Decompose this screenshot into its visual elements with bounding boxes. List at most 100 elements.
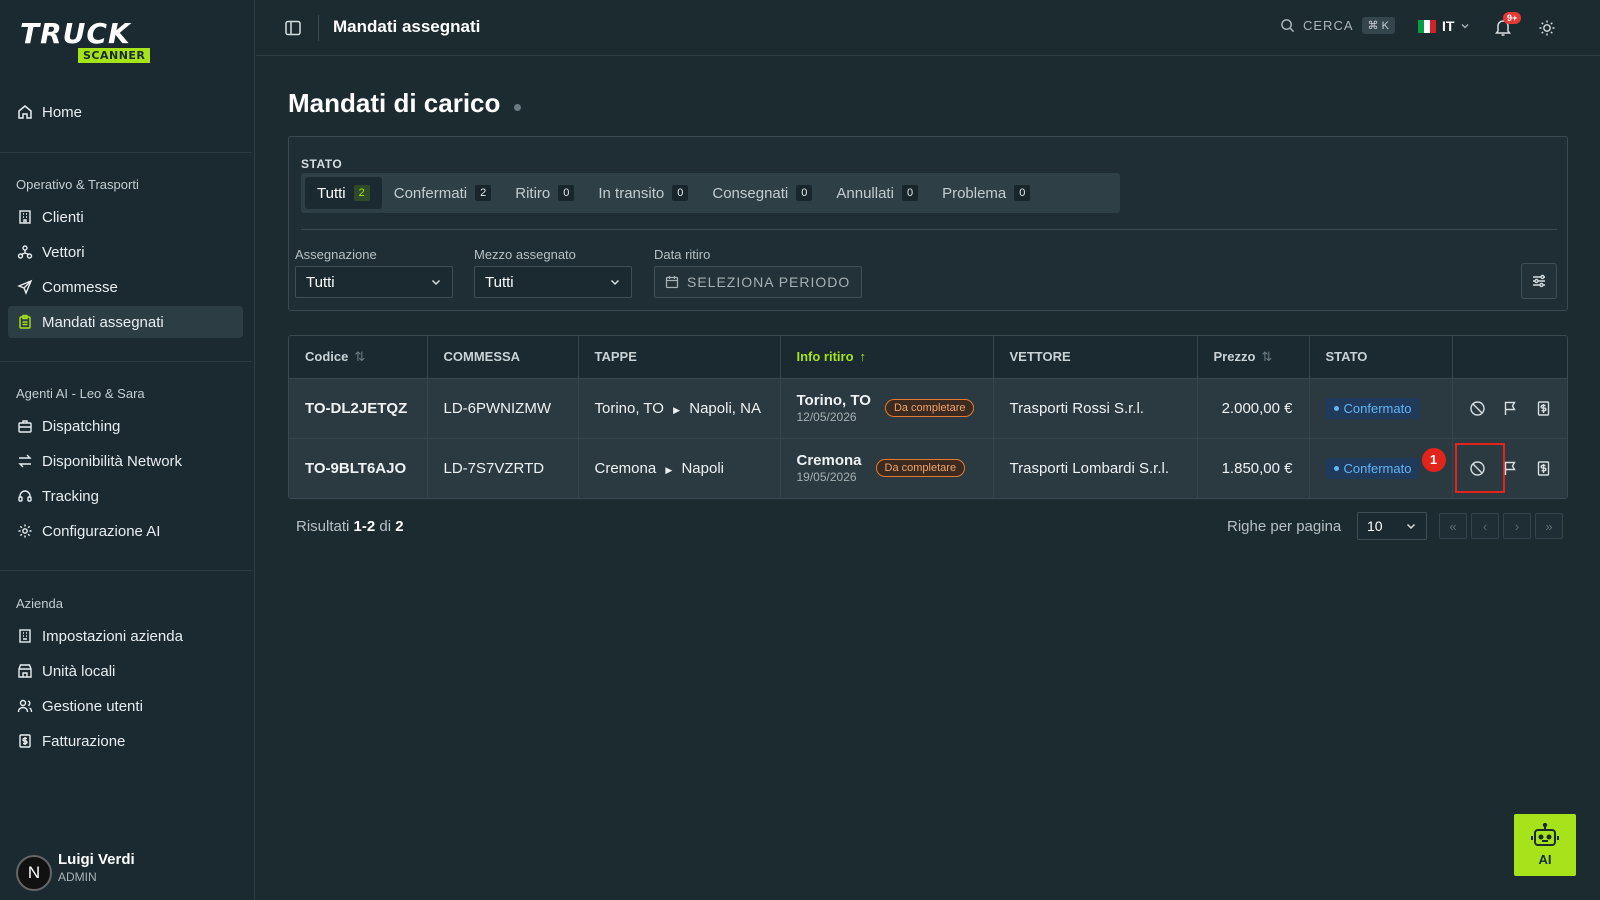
report-problem-button[interactable] xyxy=(1502,400,1519,417)
column-header-info-ritiro[interactable]: Info ritiro ↑ xyxy=(780,336,994,379)
brand-name: TRUCK xyxy=(20,17,131,50)
nav-commesse[interactable]: Commesse xyxy=(8,271,243,303)
building-icon xyxy=(19,629,31,643)
sidebar-toggle-icon[interactable] xyxy=(284,19,302,37)
tab-count: 0 xyxy=(901,185,919,201)
last-page-button[interactable]: » xyxy=(1535,513,1563,539)
network-icon xyxy=(17,245,33,259)
nav-unita-locali[interactable]: Unità locali xyxy=(8,655,243,687)
table-header: Codice ⇅ COMMESSA TAPPE Info ritiro ↑ VETT… xyxy=(289,336,1567,379)
nav-vettori[interactable]: Vettori xyxy=(8,236,243,268)
cell-stops: Cremona ▶ Napoli xyxy=(578,438,781,498)
stop-from: Cremona xyxy=(594,459,657,477)
tab-tutti[interactable]: Tutti 2 xyxy=(305,177,382,209)
pickup-city: Cremona xyxy=(796,452,862,470)
column-header-codice[interactable]: Codice ⇅ xyxy=(289,336,428,379)
column-label: STATO xyxy=(1325,349,1368,365)
nav-configurazione-ai[interactable]: Configurazione AI xyxy=(8,515,243,547)
tab-count: 0 xyxy=(672,185,689,201)
advanced-filters-button[interactable] xyxy=(1521,263,1557,299)
table-row[interactable]: TO-DL2JETQZ LD-6PWNIZMW Torino, TO ▶ Nap… xyxy=(289,378,1567,439)
chevron-down-icon xyxy=(431,279,441,286)
flag-icon xyxy=(1504,461,1516,475)
chevron-right-icon: › xyxy=(1514,518,1520,534)
tab-confermati[interactable]: Confermati 2 xyxy=(382,177,503,209)
cell-code[interactable]: TO-DL2JETQZ xyxy=(289,378,428,439)
status-filter-label: STATO xyxy=(301,157,343,171)
date-range-button[interactable]: SELEZIONA PERIODO xyxy=(654,266,862,298)
nav-mandati-assegnati[interactable]: Mandati assegnati xyxy=(8,306,243,338)
nav-tracking[interactable]: Tracking xyxy=(8,480,243,512)
nav-clienti[interactable]: Clienti xyxy=(8,201,243,233)
gear-icon xyxy=(18,524,32,538)
first-page-button[interactable]: « xyxy=(1439,513,1467,539)
incomplete-badge: Da completare xyxy=(884,399,975,417)
status-label: Confermato xyxy=(1343,460,1412,476)
nav-gestione-utenti[interactable]: Gestione utenti xyxy=(8,690,243,722)
headset-icon xyxy=(18,490,32,502)
ai-assistant-button[interactable]: AI xyxy=(1514,814,1576,876)
column-label: Codice xyxy=(305,348,349,364)
home-icon xyxy=(18,105,32,119)
nav-fatturazione[interactable]: Fatturazione xyxy=(8,725,243,757)
invoice-button[interactable] xyxy=(1535,460,1552,477)
next-page-button[interactable]: › xyxy=(1503,513,1531,539)
ai-button-label: AI xyxy=(1538,852,1552,867)
invoice-button[interactable] xyxy=(1535,400,1552,417)
column-header-stato: STATO xyxy=(1309,336,1453,379)
nav-disponibilita-network[interactable]: Disponibilità Network xyxy=(8,445,243,477)
brand-sub: SCANNER xyxy=(78,48,151,63)
column-label: COMMESSA xyxy=(443,349,521,365)
sliders-icon xyxy=(1533,274,1545,288)
cancel-mandate-button[interactable]: 1 xyxy=(1421,442,1505,493)
nav-impostazioni-azienda[interactable]: Impostazioni azienda xyxy=(8,620,243,652)
section-label-azienda: Azienda xyxy=(16,596,63,611)
language-selector[interactable]: IT xyxy=(1418,18,1470,34)
brand-logo[interactable]: TRUCK SCANNER xyxy=(20,20,170,66)
report-problem-button[interactable] xyxy=(1502,460,1519,477)
column-label: Info ritiro xyxy=(796,349,854,365)
tab-label: In transito xyxy=(598,184,665,202)
tab-annullati[interactable]: Annullati 0 xyxy=(824,177,930,209)
vehicle-select[interactable]: Tutti xyxy=(474,266,632,298)
nav-commesse-label: Commesse xyxy=(42,278,118,296)
rows-per-page-select[interactable]: 10 xyxy=(1357,512,1427,540)
chevron-down-icon xyxy=(1406,523,1416,530)
assignment-select[interactable]: Tutti xyxy=(295,266,453,298)
section-label-agenti: Agenti AI - Leo & Sara xyxy=(16,386,145,401)
cancel-mandate-button[interactable] xyxy=(1469,400,1486,417)
cell-code[interactable]: TO-9BLT6AJO xyxy=(289,438,428,498)
search-button[interactable]: CERCA ⌘ K xyxy=(1280,17,1395,34)
building-icon xyxy=(19,210,31,224)
user-role: ADMIN xyxy=(58,869,97,884)
user-profile[interactable]: N Luigi Verdi ADMIN xyxy=(16,843,135,891)
tab-problema[interactable]: Problema 0 xyxy=(930,177,1042,209)
step-marker: 1 xyxy=(1421,447,1446,472)
invoice-icon xyxy=(1537,461,1549,476)
tab-ritiro[interactable]: Ritiro 0 xyxy=(503,177,586,209)
sort-icon: ⇅ xyxy=(1261,348,1273,364)
results-range: 1-2 xyxy=(353,518,376,535)
stop-to: Napoli xyxy=(681,459,724,477)
chevron-down-icon xyxy=(1461,24,1469,29)
table-row[interactable]: TO-9BLT6AJO LD-7S7VZRTD Cremona ▶ Napoli… xyxy=(289,438,1567,498)
column-header-prezzo[interactable]: Prezzo ⇅ xyxy=(1197,336,1310,379)
tab-label: Ritiro xyxy=(515,184,551,202)
cell-stops: Torino, TO ▶ Napoli, NA xyxy=(578,378,781,439)
search-icon xyxy=(1281,19,1295,33)
arrows-swap-icon xyxy=(18,454,32,468)
theme-toggle-icon[interactable] xyxy=(1538,19,1556,37)
tab-in-transito[interactable]: In transito 0 xyxy=(586,177,700,209)
sort-icon: ⇅ xyxy=(354,348,366,364)
tab-consegnati[interactable]: Consegnati 0 xyxy=(700,177,824,209)
pickup-date: 12/05/2026 xyxy=(796,410,857,424)
previous-page-button[interactable]: ‹ xyxy=(1471,513,1499,539)
results-total: 2 xyxy=(395,518,404,535)
cell-actions: 1 xyxy=(1421,438,1567,498)
mandates-table: Codice ⇅ COMMESSA TAPPE Info ritiro ↑ VETT… xyxy=(288,335,1568,499)
language-code: IT xyxy=(1442,18,1455,34)
nav-dispatching[interactable]: Dispatching xyxy=(8,410,243,442)
nav-home[interactable]: Home xyxy=(8,96,243,128)
clipboard-icon xyxy=(19,314,31,329)
nav-gestione-utenti-label: Gestione utenti xyxy=(42,697,143,715)
